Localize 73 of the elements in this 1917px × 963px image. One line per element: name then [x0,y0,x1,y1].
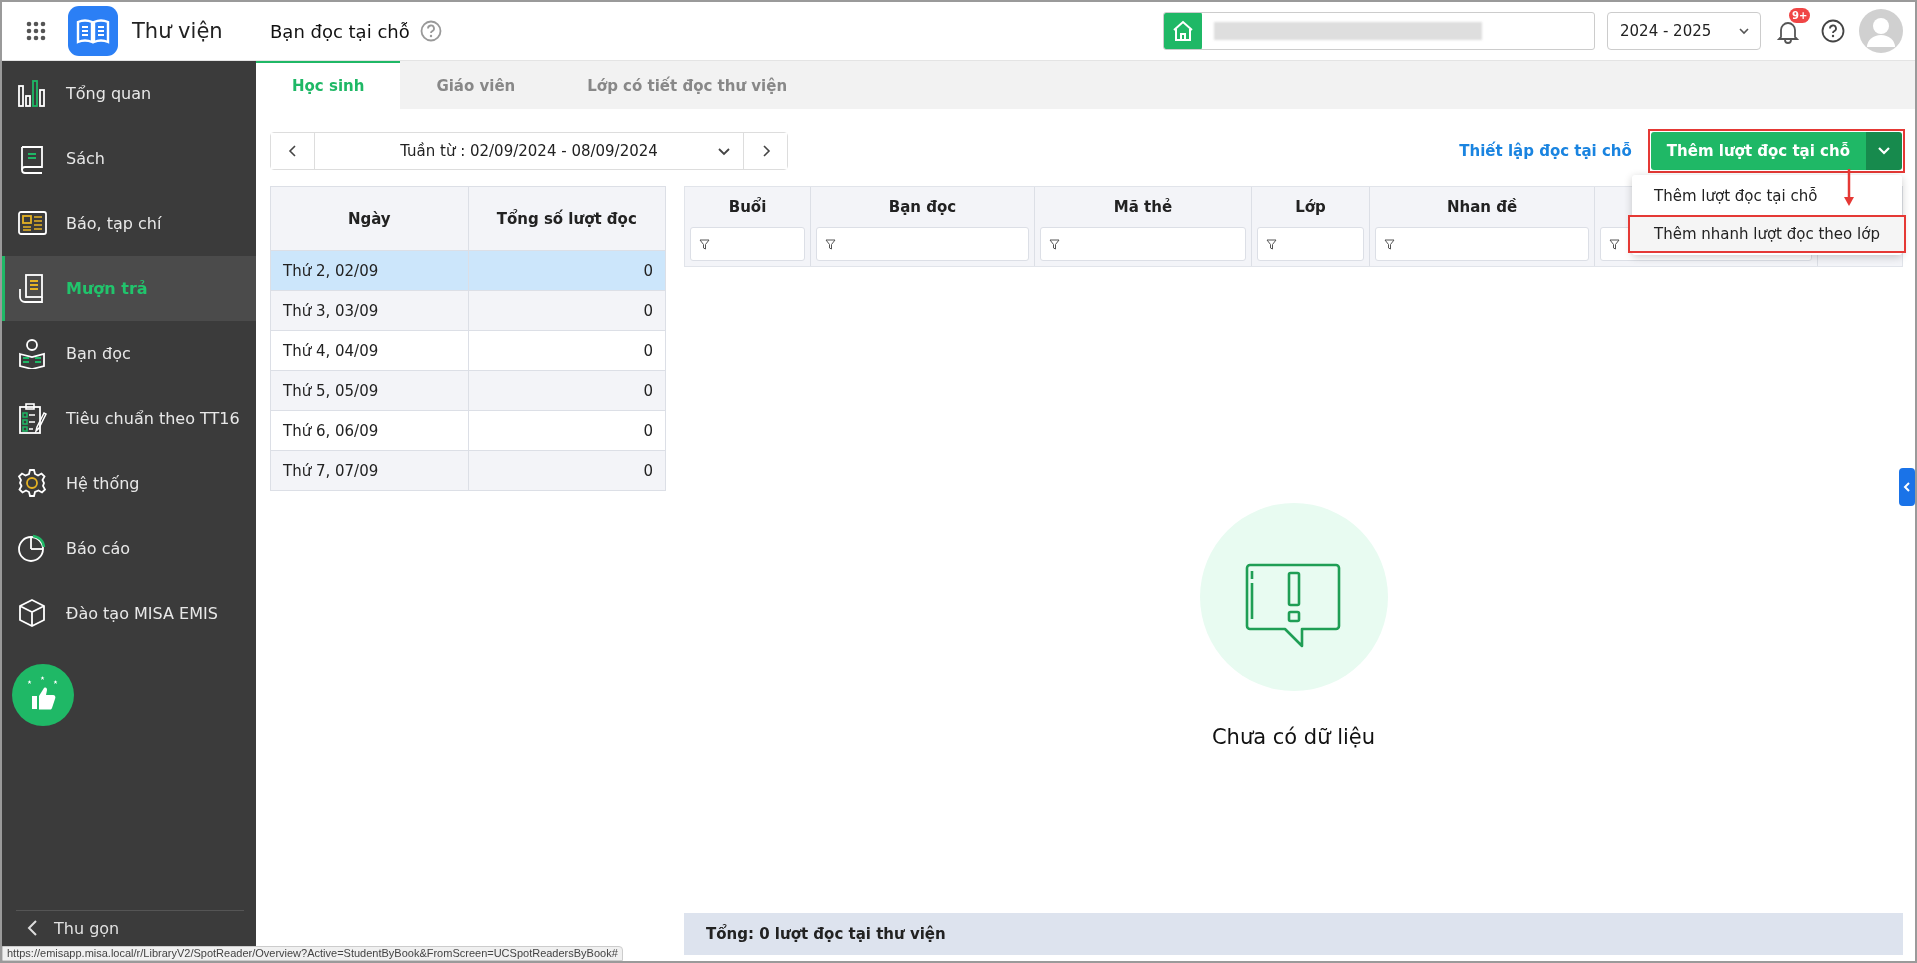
next-week-button[interactable] [743,133,787,169]
thumbs-up-stars-icon[interactable] [12,664,74,726]
annotation-arrow [1843,169,1855,207]
previous-week-button[interactable] [271,133,315,169]
school-year-dropdown[interactable]: 2024 - 2025 [1607,12,1761,50]
home-icon [1164,13,1202,49]
column-header: Nhan đề [1445,197,1519,218]
school-search-field[interactable] [1163,12,1595,50]
funnel-icon [1384,238,1395,250]
caret-icon [1738,25,1750,37]
checklist-clipboard-icon [17,403,47,434]
table-cell[interactable]: Thứ 3, 03/09 [270,290,468,331]
sidebar-item[interactable]: Báo, tạp chí [2,191,256,256]
cube-icon [17,598,47,629]
empty-data-icon [1199,503,1388,691]
pie-chart-icon [17,533,47,564]
page-title: Bạn đọc tại chỗ [270,20,410,42]
sidebar-item[interactable]: Đào tạo MISA EMIS [2,581,256,646]
column-header: Ngày [270,186,468,251]
help-icon[interactable] [1821,19,1845,43]
filter-field[interactable] [816,227,1029,261]
column-header: Mã thẻ [1112,197,1174,218]
funnel-icon [1266,238,1277,250]
app-title: Thư viện [132,19,224,43]
table-cell[interactable]: Thứ 2, 02/09 [270,250,468,291]
menu-item[interactable]: Thêm lượt đọc tại chỗ [1632,177,1902,215]
filter-field[interactable] [690,227,805,261]
url-status-tooltip: https://emisapp.misa.local/r/LibraryV2/SpotReader/Overview?Active=StudentByBook&FromScreen=UCSpotReadersByBook# [2,946,623,961]
chevron-left-icon [26,919,38,937]
table-cell[interactable]: 0 [468,330,666,371]
collapse-panel-handle[interactable] [1899,468,1915,506]
table-cell[interactable]: Thứ 6, 06/09 [270,410,468,451]
total-text: Tổng: 0 lượt đọc tại thư viện [706,925,946,943]
column-header: Lớp [1294,197,1327,218]
setup-link[interactable]: Thiết lập đọc tại chỗ [1459,142,1632,160]
table-cell[interactable]: Thứ 5, 05/09 [270,370,468,411]
table-cell[interactable]: 0 [468,410,666,451]
sidebar-item[interactable]: Mượn trả [2,256,256,321]
funnel-icon [1609,238,1620,250]
avatar-icon[interactable] [1859,9,1903,53]
apps-grid-icon[interactable] [26,21,46,41]
funnel-icon [699,238,710,250]
sidebar-item[interactable]: Bạn đọc [2,321,256,386]
table-cell[interactable]: 0 [468,290,666,331]
open-book-logo-icon [68,6,118,56]
column-header: Bạn đọc [887,197,958,218]
sidebar-item[interactable]: Tổng quan [2,61,256,126]
column-header: Buổi [727,196,768,218]
table-cell[interactable]: 0 [468,250,666,291]
sidebar-item[interactable]: Sách [2,126,256,191]
sidebar-item[interactable]: Hệ thống [2,451,256,516]
funnel-icon [1049,238,1060,250]
bar-chart-icon [17,78,47,109]
table-cell[interactable]: 0 [468,370,666,411]
table-cell[interactable]: 0 [468,450,666,491]
notification-badge: 9+ [1789,8,1811,23]
menu-item[interactable]: Thêm nhanh lượt đọc theo lớp [1628,215,1906,253]
chevron-right-icon [760,144,771,158]
funnel-icon [825,238,836,250]
gear-icon [17,468,47,499]
sidebar-item[interactable]: Tiêu chuẩn theo TT16 [2,386,256,451]
dropdown-toggle-button[interactable] [1866,132,1902,170]
table-cell[interactable]: Thứ 7, 07/09 [270,450,468,491]
filter-field[interactable] [1375,227,1589,261]
chevron-left-icon [287,144,298,158]
sidebar-item[interactable]: Báo cáo [2,516,256,581]
column-header: Tổng số lượt đọc [468,186,666,251]
filter-field[interactable] [1040,227,1246,261]
table-cell[interactable]: Thứ 4, 04/09 [270,330,468,371]
filter-field[interactable] [1257,227,1364,261]
empty-state-message: Chưa có dữ liệu [1211,725,1376,749]
collapse-sidebar-button[interactable]: Thu gọn [16,910,244,945]
person-reading-icon [17,338,47,369]
